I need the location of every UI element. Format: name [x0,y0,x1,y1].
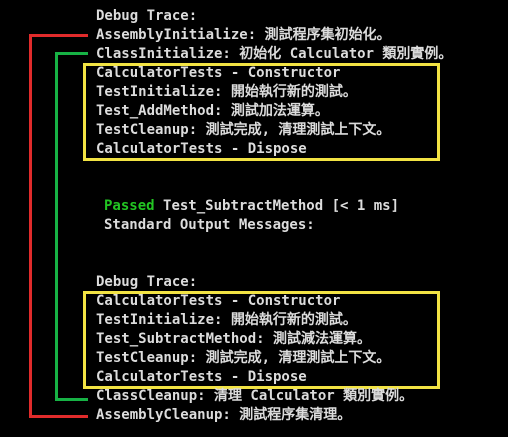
dispose-line: CalculatorTests - Dispose [96,141,307,157]
class-initialize-line: ClassInitialize: 初始化 Calculator 類別實例。 [96,46,453,62]
test-result-line: Passed Test_SubtractMethod [< 1 ms] [104,197,399,216]
test-subtract-method-line: Test_SubtractMethod: 測試減法運算。 [96,331,372,347]
test-initialize-line: TestInitialize: 開始執行新的測試。 [96,84,357,100]
assembly-cleanup-line: AssemblyCleanup: 測試程序集清理。 [96,407,352,423]
assembly-initialize-line: AssemblyInitialize: 測試程序集初始化。 [96,27,391,43]
standard-output-header: Standard Output Messages: [104,217,315,233]
passed-label: Passed [104,198,155,214]
test-add-method-line: Test_AddMethod: 測試加法運算。 [96,103,329,119]
constructor-line: CalculatorTests - Constructor [96,65,341,81]
class-cleanup-line: ClassCleanup: 清理 Calculator 類別實例。 [96,388,414,404]
debug-trace-header: Debug Trace: [96,8,198,24]
test-cleanup-line: TestCleanup: 測試完成, 清理測試上下文。 [96,122,391,138]
test-result-name: Test_SubtractMethod [< 1 ms] [163,198,400,214]
debug-trace-header-2: Debug Trace: [96,274,198,290]
constructor-line-2: CalculatorTests - Constructor [96,293,341,309]
dispose-line-2: CalculatorTests - Dispose [96,369,307,385]
test-cleanup-line-2: TestCleanup: 測試完成, 清理測試上下文。 [96,350,391,366]
test-initialize-line-2: TestInitialize: 開始執行新的測試。 [96,312,357,328]
